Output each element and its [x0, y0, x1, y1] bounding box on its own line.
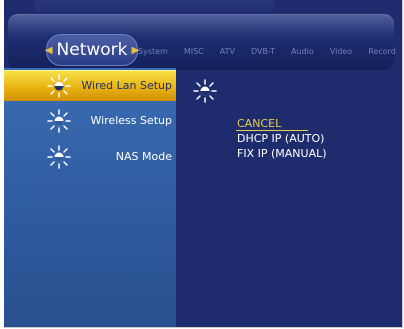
tab-bar: System MISC ATV DVB-T Audio Video Record — [138, 47, 402, 56]
sun-icon — [47, 109, 71, 133]
sidebar-item-label: NAS Mode — [115, 150, 172, 163]
option-cancel[interactable]: CANCEL — [237, 116, 327, 131]
option-fix-ip-manual[interactable]: FIX IP (MANUAL) — [237, 146, 327, 161]
settings-header: ◀ Network ▶ System MISC ATV DVB-T Audio … — [8, 14, 396, 70]
tv-settings-screen: ◀ Network ▶ System MISC ATV DVB-T Audio … — [4, 0, 403, 328]
sidebar: Wired Lan Setup Wireless Setup NAS Mode — [4, 68, 176, 327]
tab-network-label: Network — [56, 40, 128, 60]
sidebar-item-nas-mode[interactable]: NAS Mode — [4, 142, 176, 172]
tab-atv[interactable]: ATV — [220, 47, 235, 56]
header-shine — [8, 14, 394, 36]
tab-dvb-t[interactable]: DVB-T — [251, 47, 275, 56]
sidebar-item-label: Wired Lan Setup — [81, 79, 172, 92]
sidebar-item-wired-lan-setup[interactable]: Wired Lan Setup — [4, 70, 176, 101]
selection-underline — [236, 130, 308, 131]
tab-network[interactable]: ◀ Network ▶ — [45, 34, 139, 66]
tab-misc[interactable]: MISC — [184, 47, 204, 56]
sun-icon — [193, 79, 217, 103]
left-arrow-icon[interactable]: ◀ — [45, 45, 53, 56]
sidebar-item-wireless-setup[interactable]: Wireless Setup — [4, 106, 176, 136]
tab-record[interactable]: Record — [368, 47, 396, 56]
tab-video[interactable]: Video — [330, 47, 352, 56]
option-dhcp-ip-auto[interactable]: DHCP IP (AUTO) — [237, 131, 327, 146]
top-ghost-bar — [34, 0, 274, 12]
tab-audio[interactable]: Audio — [291, 47, 314, 56]
sidebar-item-label: Wireless Setup — [90, 114, 172, 127]
submenu-options: CANCEL DHCP IP (AUTO) FIX IP (MANUAL) — [237, 116, 327, 161]
tab-system[interactable]: System — [138, 47, 168, 56]
sun-icon — [47, 145, 71, 169]
sun-icon — [47, 74, 71, 98]
